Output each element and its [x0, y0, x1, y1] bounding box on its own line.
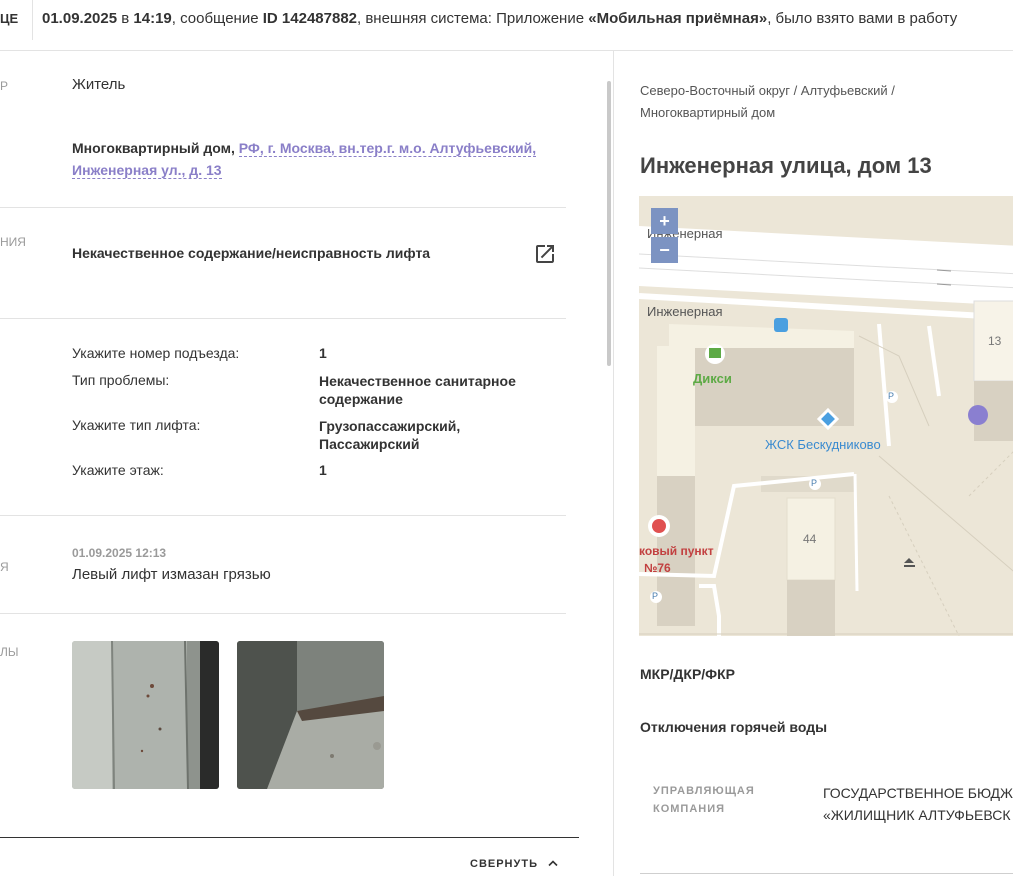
scrollbar[interactable]	[607, 81, 611, 366]
object-address: Многоквартирный дом, РФ, г. Москва, вн.т…	[72, 140, 537, 179]
detail-label: Тип проблемы:	[72, 372, 170, 388]
divider	[0, 318, 566, 319]
repair-section-title[interactable]: МКР/ДКР/ФКР	[640, 666, 735, 682]
topic-value: Некачественное содержание/неисправность …	[72, 245, 431, 261]
address-title: Инженерная улица, дом 13	[640, 153, 932, 178]
parking-icon: P	[811, 478, 818, 488]
map-building-number: 44	[803, 532, 817, 546]
detail-label: Укажите номер подъезда:	[72, 345, 240, 361]
address-link[interactable]: РФ, г. Москва, вн.тер.г. м.о. Алтуфьевск…	[238, 140, 537, 157]
breadcrumb: Северо-Восточный округ / Алтуфьевский / …	[640, 83, 895, 120]
divider	[0, 837, 579, 838]
truncated-label: ЦЕ	[0, 11, 19, 26]
attachment-photo[interactable]	[72, 641, 219, 789]
map[interactable]: Инженерная Инженерная Дикси ЖСК Бескудни…	[639, 196, 1013, 636]
zoom-in-button[interactable]: +	[651, 208, 678, 234]
parking-icon: P	[888, 391, 895, 401]
map-poi-label: ковый пункт	[639, 544, 714, 558]
open-external-icon[interactable]	[533, 242, 557, 266]
map-poi-label: ЖСК Бескудниково	[765, 437, 881, 452]
comment-date: 01.09.2025 12:13	[72, 546, 167, 560]
divider	[640, 873, 1013, 874]
zoom-out-button[interactable]: −	[651, 237, 678, 263]
detail-label: Укажите этаж:	[72, 462, 164, 478]
comment-label: Я	[0, 560, 9, 574]
chevron-up-icon	[548, 858, 558, 870]
detail-value: 1	[319, 345, 327, 361]
applicant-value: Житель	[72, 76, 126, 93]
divider	[0, 515, 566, 516]
detail-value: Некачественное санитарное содержание	[319, 373, 516, 407]
message-header: ЦЕ 01.09.2025 в 14:19, сообщение ID 1424…	[0, 0, 1013, 51]
parking-icon: P	[652, 591, 659, 601]
attachment-photo[interactable]	[237, 641, 384, 789]
map-poi-label: №76	[644, 561, 671, 575]
topic-label: НИЯ	[0, 235, 26, 249]
detail-label: Укажите тип лифта:	[72, 417, 201, 433]
hot-water-section-title[interactable]: Отключения горячей воды	[640, 719, 827, 735]
divider	[0, 613, 566, 614]
applicant-label: Р	[0, 79, 9, 93]
request-details-panel: Р Житель Многоквартирный дом, РФ, г. Мос…	[0, 51, 614, 876]
map-poi-label: Дикси	[693, 371, 732, 386]
object-info-panel: Северо-Восточный округ / Алтуфьевский / …	[615, 51, 1013, 876]
address-link-line2[interactable]: Инженерная ул., д. 13	[72, 162, 222, 179]
divider	[0, 207, 566, 208]
divider	[32, 0, 33, 40]
map-street-label: Инженерная	[647, 304, 723, 319]
management-company-label: УПРАВЛЯЮЩАЯ КОМПАНИЯ	[653, 785, 755, 815]
collapse-button[interactable]: СВЕРНУТЬ	[470, 858, 558, 870]
message-status-text: 01.09.2025 в 14:19, сообщение ID 1424878…	[42, 10, 958, 27]
detail-value: 1	[319, 462, 327, 478]
map-building-number: 13	[988, 334, 1002, 348]
files-label: ЛЫ	[0, 645, 19, 659]
detail-value: Грузопассажирский, Пассажирский	[319, 418, 461, 452]
comment-text: Левый лифт измазан грязью	[72, 566, 271, 583]
management-company-value: ГОСУДАРСТВЕННОЕ БЮДЖ «ЖИЛИЩНИК АЛТУФЬЕВС…	[823, 785, 1013, 823]
